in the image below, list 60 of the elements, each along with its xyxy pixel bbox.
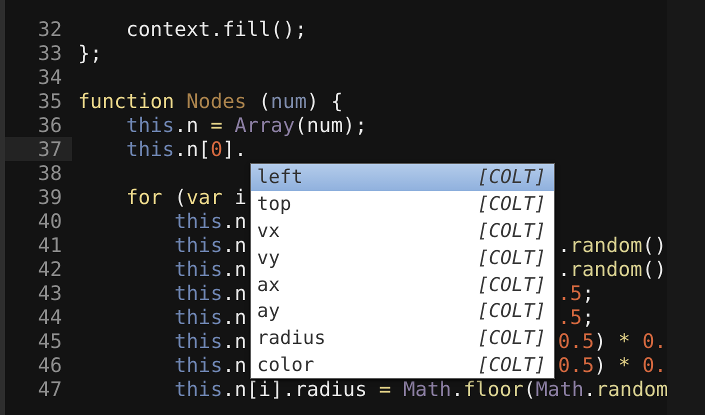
completion-label: ay bbox=[257, 300, 280, 322]
line-number: 37 bbox=[38, 137, 62, 161]
code-line: function Nodes (num) { bbox=[78, 89, 343, 113]
code-line: this.n = Array(num); bbox=[125, 113, 368, 137]
completion-item[interactable]: left [COLT] bbox=[251, 164, 554, 191]
completion-item[interactable]: color [COLT] bbox=[251, 352, 554, 378]
completion-item[interactable]: radius [COLT] bbox=[251, 324, 554, 352]
line-number: 47 bbox=[38, 377, 62, 401]
completion-source: [COLT] bbox=[477, 220, 546, 242]
completion-source: [COLT] bbox=[477, 193, 546, 216]
completion-label: color bbox=[257, 354, 314, 376]
line-number: 33 bbox=[38, 41, 62, 65]
completion-label: top bbox=[257, 193, 292, 216]
completion-source: [COLT] bbox=[477, 354, 546, 376]
code-line: this.n bbox=[173, 281, 247, 305]
completion-item[interactable]: top [COLT] bbox=[251, 190, 554, 218]
completion-label: radius bbox=[257, 327, 326, 350]
completion-label: ax bbox=[257, 274, 280, 296]
line-number: 46 bbox=[38, 353, 62, 377]
completion-source: [COLT] bbox=[477, 300, 546, 322]
code-line: for (var i bbox=[125, 185, 247, 209]
code-line: this.n bbox=[173, 209, 247, 233]
code-line: this.n bbox=[173, 305, 247, 329]
code-fragment: .random() bbox=[558, 257, 666, 281]
line-number: 42 bbox=[38, 257, 62, 281]
line-number: 41 bbox=[38, 233, 62, 257]
line-number: 34 bbox=[38, 65, 62, 89]
code-fragment: .random() bbox=[558, 233, 666, 257]
line-number: 39 bbox=[38, 185, 62, 209]
code-fragment: 0.5) * 0. bbox=[558, 329, 666, 353]
completion-item[interactable]: vy [COLT] bbox=[251, 244, 554, 272]
code-line: this.n bbox=[173, 329, 247, 353]
completion-label: vy bbox=[257, 246, 280, 269]
line-number: 43 bbox=[38, 281, 62, 305]
completion-item[interactable]: vx [COLT] bbox=[251, 218, 554, 244]
completion-item[interactable]: ay [COLT] bbox=[251, 298, 554, 325]
line-number: 32 bbox=[38, 17, 62, 41]
code-line: this.n[i].radius = Math.floor(Math.random bbox=[173, 377, 668, 401]
completion-source: [COLT] bbox=[477, 274, 546, 296]
code-fragment: .5; bbox=[558, 305, 594, 329]
line-number: 38 bbox=[38, 161, 62, 185]
completion-source: [COLT] bbox=[477, 246, 546, 269]
code-line: this.n[0]. bbox=[125, 137, 247, 161]
code-line: context.fill(); bbox=[125, 17, 307, 41]
completion-item[interactable]: ax [COLT] bbox=[251, 271, 554, 298]
line-number: 35 bbox=[38, 89, 62, 113]
code-line: this.n bbox=[173, 257, 247, 281]
code-fragment: 0.5) * 0. bbox=[558, 353, 666, 377]
code-fragment: .5; bbox=[558, 281, 594, 305]
completion-label: left bbox=[257, 166, 303, 188]
code-line: this.n bbox=[173, 233, 247, 257]
code-line: this.n bbox=[173, 353, 247, 377]
line-number: 36 bbox=[38, 113, 62, 137]
code-line: }; bbox=[78, 41, 102, 65]
line-number: 40 bbox=[38, 209, 62, 233]
completion-source: [COLT] bbox=[477, 327, 546, 350]
completion-source: [COLT] bbox=[477, 166, 546, 188]
completion-label: vx bbox=[257, 220, 280, 242]
line-number: 45 bbox=[38, 329, 62, 353]
line-number: 44 bbox=[38, 305, 62, 329]
